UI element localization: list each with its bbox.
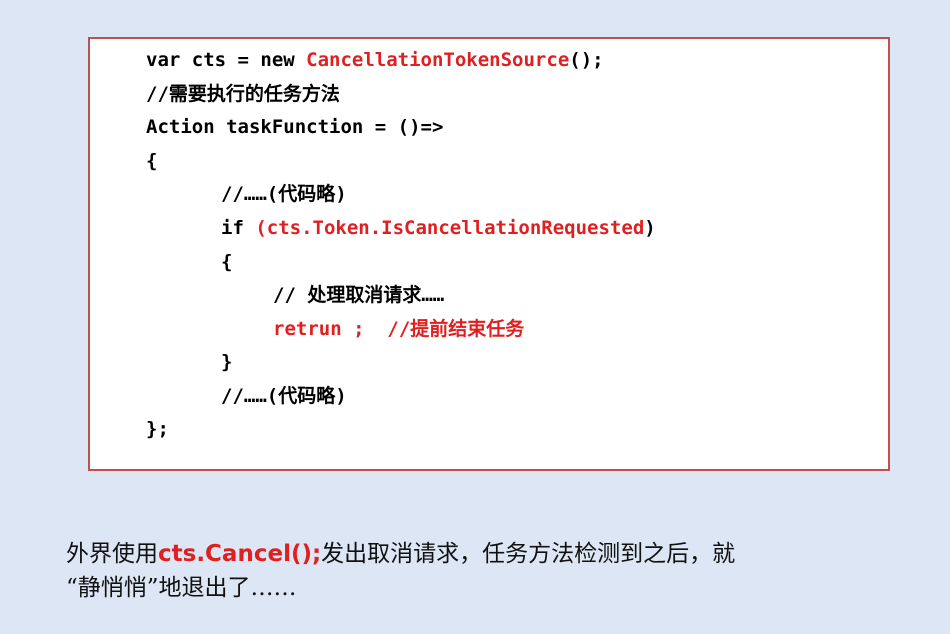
code-line-11: //……(代码略) [221, 385, 347, 407]
caption-code: cts.Cancel(); [158, 541, 322, 567]
code-line-3: Action taskFunction = ()=> [146, 116, 444, 138]
caption-line-1: 外界使用cts.Cancel();发出取消请求，任务方法检测到之后，就 [66, 537, 906, 571]
caption-text: 发出取消请求，任务方法检测到之后，就 [321, 541, 736, 567]
explanation-text: 外界使用cts.Cancel();发出取消请求，任务方法检测到之后，就 “静悄悄… [66, 537, 906, 605]
code-keyword: if [221, 217, 256, 239]
code-snippet-box: var cts = new CancellationTokenSource();… [88, 37, 890, 471]
code-line-1: var cts = new CancellationTokenSource(); [146, 48, 604, 72]
code-text: (); [569, 49, 604, 71]
code-line-9: retrun ; //提前结束任务 [273, 318, 525, 340]
code-class-name: CancellationTokenSource [306, 49, 570, 71]
code-line-8: // 处理取消请求…… [273, 284, 445, 306]
code-condition: (cts.Token.IsCancellationRequested [255, 217, 645, 239]
code-text: var cts = new [146, 49, 307, 71]
code-line-7: { [221, 251, 233, 273]
code-line-2: //需要执行的任务方法 [146, 83, 340, 105]
code-line-12: }; [146, 418, 169, 440]
caption-line-2: “静悄悄”地退出了…… [66, 575, 297, 601]
code-line-5: //……(代码略) [221, 183, 347, 205]
code-line-10: } [221, 351, 233, 373]
code-text: ) [644, 217, 656, 239]
code-line-4: { [146, 150, 158, 172]
code-line-6: if (cts.Token.IsCancellationRequested) [221, 216, 656, 240]
caption-text: 外界使用 [66, 541, 158, 567]
